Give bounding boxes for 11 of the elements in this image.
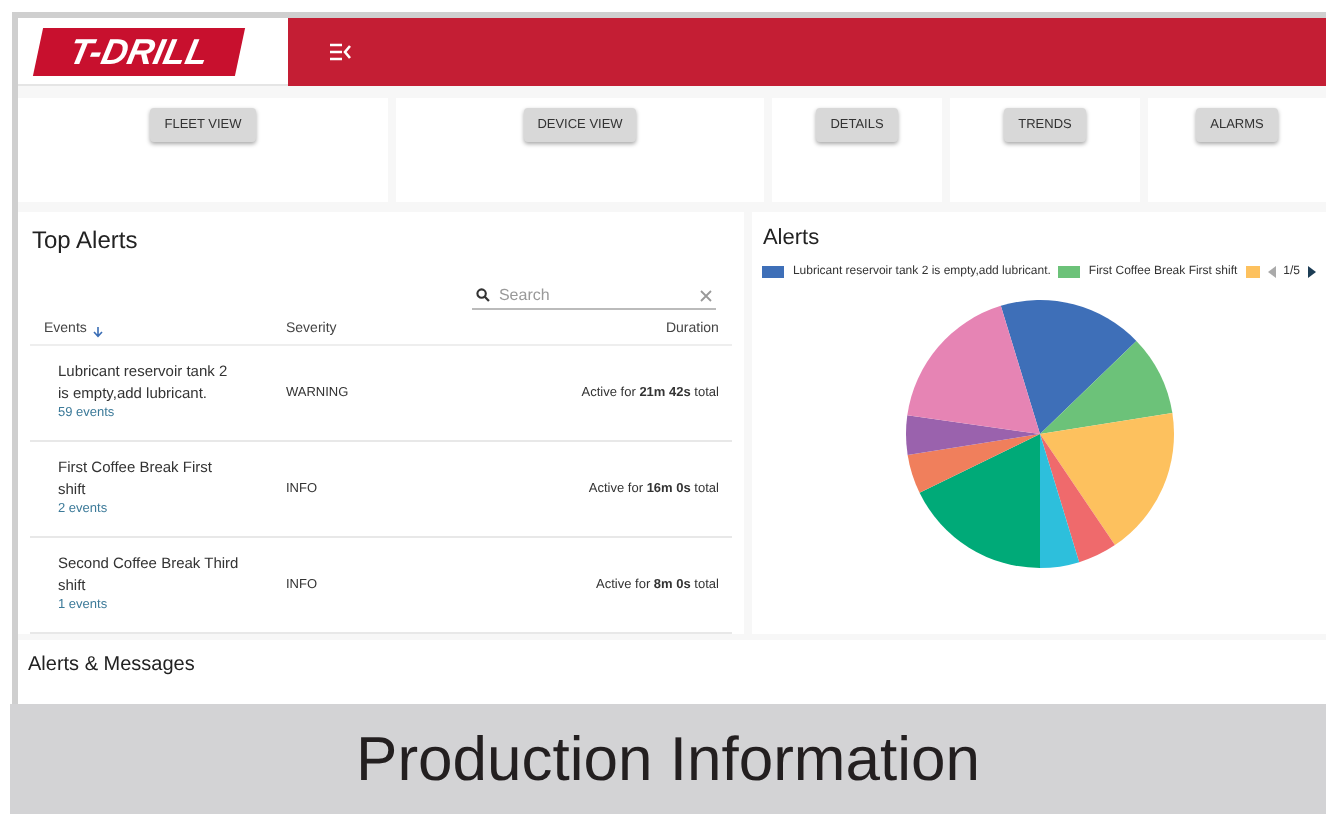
sort-arrow-icon[interactable] xyxy=(92,325,105,337)
next-page-icon[interactable] xyxy=(1308,266,1316,278)
clear-icon[interactable] xyxy=(700,289,713,301)
panel-title: Alerts xyxy=(762,224,822,254)
panel-title: Top Alerts xyxy=(30,224,140,258)
caption: Production Information xyxy=(356,722,980,799)
panel-title: Alerts & Messages xyxy=(28,652,197,680)
search-field[interactable]: Search xyxy=(498,283,693,307)
logo: T-DRILL xyxy=(32,27,246,75)
search-icon xyxy=(476,288,491,302)
menu-icon[interactable] xyxy=(328,42,352,62)
